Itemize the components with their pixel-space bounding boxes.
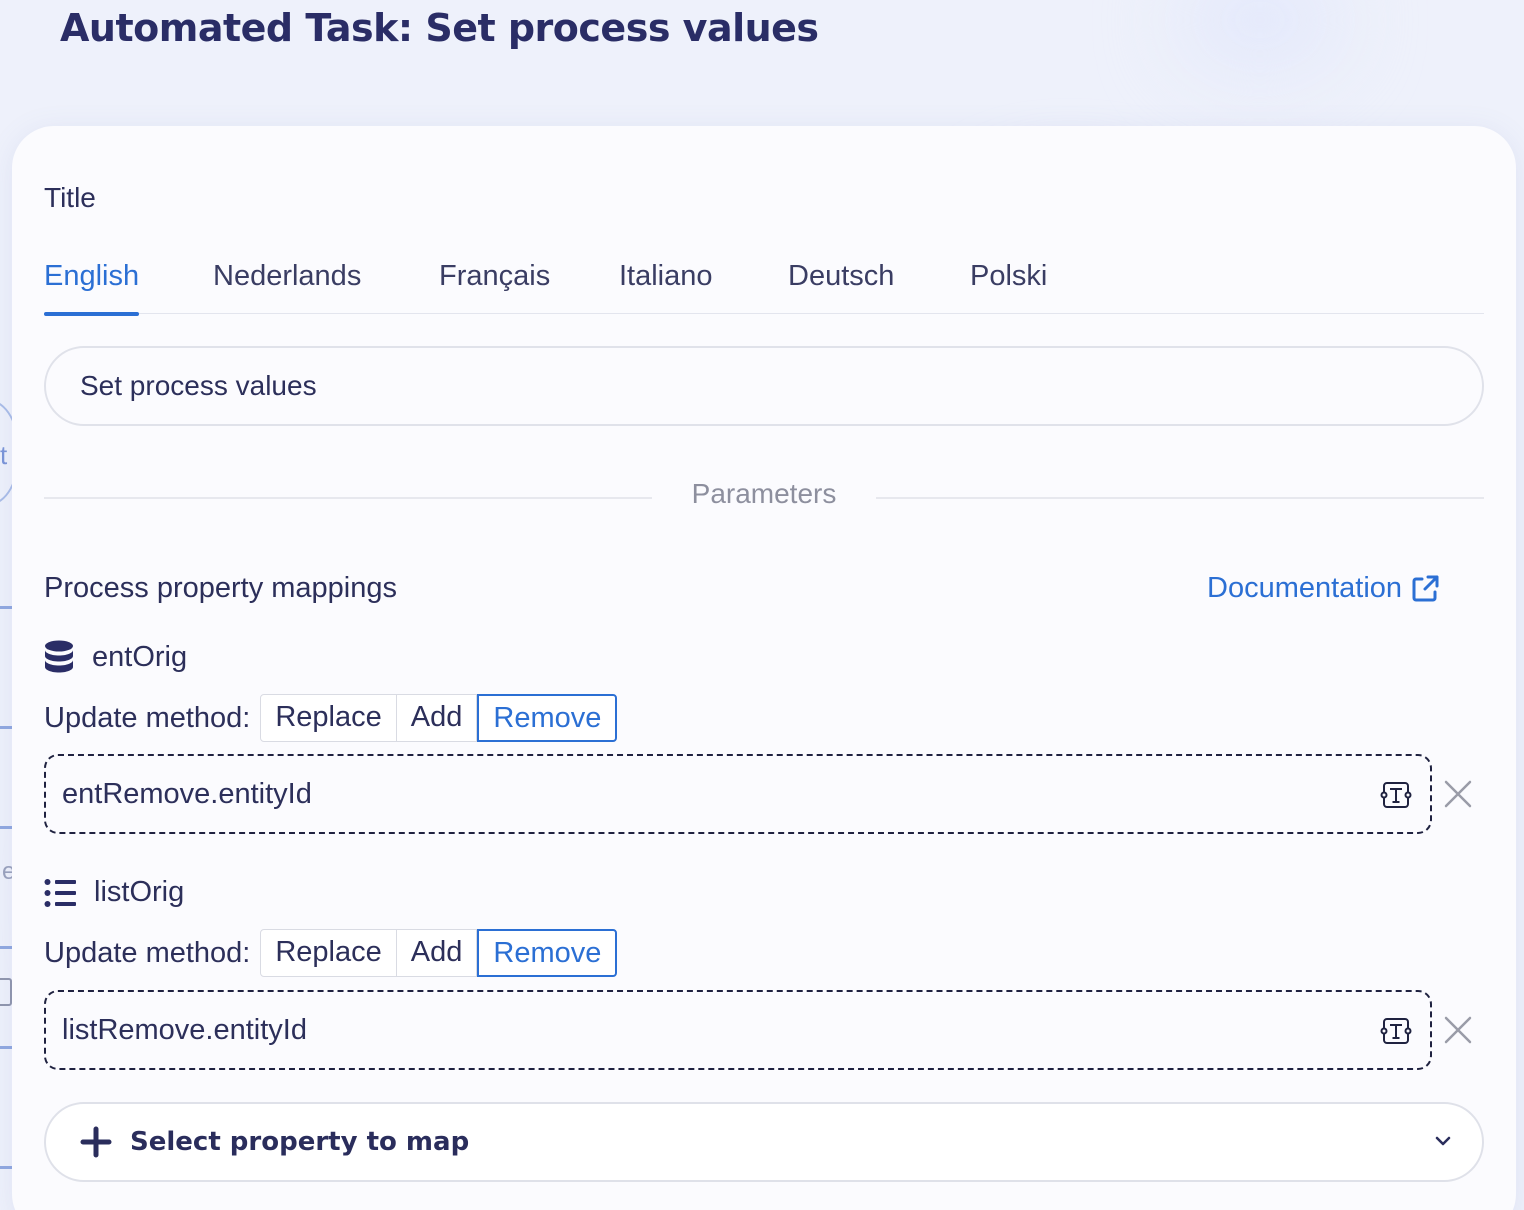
title-label: Title [44,182,96,213]
canvas-connector-fragment [0,946,12,949]
method-replace-button[interactable]: Replace [260,694,397,742]
page-title: Automated Task: Set process values [60,6,819,50]
mapping-value-field[interactable]: listRemove.entityId [44,990,1432,1070]
canvas-connector-fragment [0,826,12,829]
select-property-dropdown[interactable]: Select property to map [44,1102,1484,1182]
tab-italiano[interactable]: Italiano [619,254,713,314]
canvas-connector-fragment [0,1046,12,1049]
mapping-property-name: listOrig [94,876,185,908]
canvas-connector-fragment [0,1166,12,1169]
mappings-heading: Process property mappings [44,572,397,604]
canvas-connector-fragment [0,606,12,609]
plus-icon [80,1126,112,1158]
tab-francais[interactable]: Français [439,254,550,314]
language-tabs: English Nederlands Français Italiano Deu… [44,254,1484,316]
select-property-label: Select property to map [130,1127,470,1157]
background-blur [1180,0,1340,70]
mapping-property: entOrig [44,640,187,674]
tab-english[interactable]: English [44,254,140,316]
documentation-link[interactable]: Documentation [1207,572,1440,605]
documentation-link-label: Documentation [1207,572,1403,604]
chevron-down-icon [1435,1136,1451,1146]
update-method-selector: Replace Add Remove [260,929,618,977]
task-settings-panel: Title English Nederlands Français Italia… [12,126,1516,1210]
update-method-row: Update method: Replace Add Remove [44,929,618,977]
tab-deutsch[interactable]: Deutsch [788,254,894,314]
mapping-value-field[interactable]: entRemove.entityId [44,754,1432,834]
update-method-row: Update method: Replace Add Remove [44,694,618,742]
remove-mapping-icon[interactable] [1442,778,1474,810]
list-icon [44,878,76,907]
method-remove-button[interactable]: Remove [477,929,618,977]
text-variable-icon[interactable] [1380,780,1412,810]
mapping-value: listRemove.entityId [62,1014,307,1046]
method-remove-button[interactable]: Remove [477,694,618,742]
update-method-label: Update method: [44,936,251,969]
canvas-node-fragment [0,978,12,1006]
remove-mapping-icon[interactable] [1442,1014,1474,1046]
method-add-button[interactable]: Add [396,929,478,977]
divider [876,497,1484,499]
mapping-value: entRemove.entityId [62,778,312,810]
canvas-connector-fragment [0,726,12,729]
divider [44,497,652,499]
canvas-text-fragment: t [0,440,8,470]
mapping-property: listOrig [44,876,184,909]
text-variable-icon[interactable] [1380,1016,1412,1046]
tab-nederlands[interactable]: Nederlands [213,254,361,314]
database-icon [45,640,73,673]
tab-polski[interactable]: Polski [970,254,1047,314]
title-input[interactable]: Set process values [44,346,1484,426]
method-add-button[interactable]: Add [396,694,478,742]
external-link-icon [1412,575,1439,601]
mapping-property-name: entOrig [92,640,188,673]
method-replace-button[interactable]: Replace [260,929,397,977]
parameters-label: Parameters [691,478,837,509]
update-method-label: Update method: [44,701,251,734]
update-method-selector: Replace Add Remove [260,694,618,742]
